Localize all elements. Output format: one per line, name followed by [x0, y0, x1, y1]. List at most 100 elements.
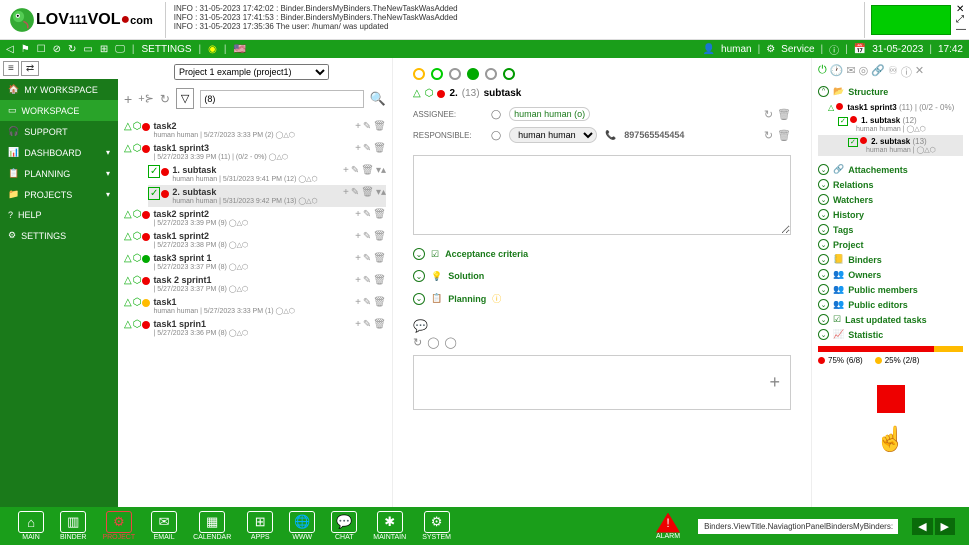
- bottom-binder[interactable]: ▥BINDER: [56, 509, 90, 543]
- section-last-updated-tasks[interactable]: ⌄☑Last updated tasks: [818, 314, 963, 325]
- settings-link[interactable]: SETTINGS: [142, 44, 192, 55]
- attach-icon[interactable]: 🔗: [871, 64, 885, 80]
- nav-back-icon[interactable]: ◁: [6, 44, 14, 55]
- minimize-icon[interactable]: —: [956, 25, 966, 35]
- sidebar-item-projects[interactable]: 📁PROJECTS▾: [0, 184, 118, 205]
- sidebar-item-planning[interactable]: 📋PLANNING▾: [0, 163, 118, 184]
- task-row[interactable]: △⬡ task 2 sprint1| 5/27/2023 3:37 PM (8)…: [124, 273, 386, 295]
- section-history[interactable]: ⌄History: [818, 209, 963, 220]
- monitor-icon[interactable]: 🖵: [115, 44, 125, 55]
- add-comment-icon[interactable]: +: [759, 372, 790, 393]
- tree-item[interactable]: ✓ 1. subtask (12)human human | ◯△⬡: [818, 114, 963, 135]
- status-dot-icon[interactable]: ◉: [208, 44, 217, 55]
- clock-icon[interactable]: 🕐: [830, 64, 844, 80]
- comment-input[interactable]: +: [413, 355, 791, 410]
- task-row[interactable]: △⬡ task1 sprint2| 5/27/2023 3:38 PM (8) …: [124, 229, 386, 251]
- sidebar-item-support[interactable]: 🎧SUPPORT: [0, 121, 118, 142]
- section-acceptance[interactable]: ⌄☑Acceptance criteria: [413, 248, 791, 260]
- bottom-main[interactable]: ⌂MAIN: [14, 509, 48, 543]
- delete-icon[interactable]: 🗑: [777, 108, 791, 121]
- screen-icon[interactable]: ⊞: [100, 44, 108, 55]
- filter-icon[interactable]: ▽: [176, 88, 194, 109]
- tree-item[interactable]: ✓ 2. subtask (13)human human | ◯△⬡: [818, 135, 963, 156]
- status-dots[interactable]: [413, 68, 791, 80]
- info2-icon[interactable]: ⓘ: [901, 64, 912, 80]
- expand-icon[interactable]: ⤢: [956, 15, 966, 25]
- bottom-apps[interactable]: ⊞APPS: [243, 509, 277, 543]
- close2-icon[interactable]: ✕: [915, 64, 924, 80]
- circle2-icon[interactable]: ◯: [445, 336, 457, 349]
- sidebar-item-settings[interactable]: ⚙SETTINGS: [0, 225, 118, 246]
- project-select[interactable]: Project 1 example (project1): [174, 64, 329, 80]
- section-binders[interactable]: ⌄📒Binders: [818, 254, 963, 265]
- nav-next-icon[interactable]: ▶: [935, 518, 955, 535]
- window-icon[interactable]: ▭: [83, 44, 92, 55]
- bottom-calendar[interactable]: ▦CALENDAR: [189, 509, 235, 543]
- search-icon[interactable]: 🔍: [370, 91, 386, 107]
- info-icon[interactable]: ⓘ: [829, 42, 839, 57]
- section-watchers[interactable]: ⌄Watchers: [818, 194, 963, 205]
- link-icon[interactable]: ⊘: [53, 44, 61, 55]
- sidebar-item-workspace[interactable]: ▭WORKSPACE: [0, 100, 118, 121]
- filter-input[interactable]: [200, 90, 363, 108]
- delete2-icon[interactable]: 🗑: [777, 129, 791, 142]
- sidebar-item-dashboard[interactable]: 📊DASHBOARD▾: [0, 142, 118, 163]
- user-label[interactable]: human: [721, 44, 752, 55]
- task-row[interactable]: ✓ 2. subtaskhuman human | 5/31/2023 9:42…: [148, 185, 386, 207]
- phone-value: 897565545454: [624, 130, 684, 140]
- bottom-project[interactable]: ⚙PROJECT: [98, 509, 139, 543]
- section-planning[interactable]: ⌄📋Planning ⓘ: [413, 292, 791, 305]
- flag-us-icon[interactable]: 🇺🇸: [233, 44, 245, 55]
- section-attachements[interactable]: ⌄🔗Attachements: [818, 164, 963, 175]
- section-solution[interactable]: ⌄💡Solution: [413, 270, 791, 282]
- mail-icon[interactable]: ✉: [846, 64, 855, 80]
- task-row[interactable]: △⬡ task1human human | 5/27/2023 3:33 PM …: [124, 295, 386, 317]
- power-icon[interactable]: ⏻: [818, 64, 827, 80]
- section-relations[interactable]: ⌄Relations: [818, 179, 963, 190]
- cycle-icon[interactable]: ♾: [888, 64, 898, 80]
- close-icon[interactable]: ✕: [956, 5, 966, 15]
- responsible-select[interactable]: human human: [509, 127, 597, 143]
- alarm-button[interactable]: !ALARM: [656, 513, 680, 540]
- responsible-icon: ◯: [491, 130, 501, 141]
- nav-prev-icon[interactable]: ◀: [912, 518, 932, 535]
- task-row[interactable]: △⬡ task2human human | 5/27/2023 3:33 PM …: [124, 119, 386, 141]
- menu-toggle-icon[interactable]: ≡: [3, 61, 19, 76]
- task-row[interactable]: △⬡ task1 sprint3| 5/27/2023 3:39 PM (11)…: [124, 141, 386, 163]
- add-icon[interactable]: +: [124, 91, 132, 107]
- assignee-value[interactable]: human human (o): [509, 107, 590, 121]
- refresh-list-icon[interactable]: ↻: [160, 92, 170, 106]
- section-public-members[interactable]: ⌄👥Public members: [818, 284, 963, 295]
- section-statistic[interactable]: ⌄📈Statistic: [818, 329, 963, 340]
- refresh-comments-icon[interactable]: ↻: [413, 336, 422, 349]
- flag-icon[interactable]: ⚑: [21, 44, 30, 55]
- save-icon[interactable]: ☐: [37, 44, 46, 55]
- bottom-chat[interactable]: 💬CHAT: [327, 509, 361, 543]
- swap-icon[interactable]: ⇄: [21, 61, 39, 76]
- logo[interactable]: LOV111VOL●com: [0, 4, 161, 36]
- history-icon[interactable]: ↻: [764, 108, 773, 121]
- section-owners[interactable]: ⌄👥Owners: [818, 269, 963, 280]
- section-public-editors[interactable]: ⌄👥Public editors: [818, 299, 963, 310]
- description-textarea[interactable]: [413, 155, 791, 235]
- sidebar-item-help[interactable]: ?HELP: [0, 205, 118, 225]
- sidebar-item-my-workspace[interactable]: 🏠MY WORKSPACE: [0, 79, 118, 100]
- service-link[interactable]: Service: [781, 44, 814, 55]
- add-branch-icon[interactable]: +⊱: [138, 92, 154, 105]
- tree-item[interactable]: △ task1 sprint3 (11) | (0/2 - 0%): [818, 101, 963, 114]
- task-row[interactable]: △⬡ task3 sprint 1| 5/27/2023 3:37 PM (8)…: [124, 251, 386, 273]
- task-row[interactable]: ✓ 1. subtaskhuman human | 5/31/2023 9:41…: [148, 163, 386, 185]
- bottom-www[interactable]: 🌐WWW: [285, 509, 319, 543]
- circle1-icon[interactable]: ◯: [427, 336, 439, 349]
- structure-section[interactable]: ^📂Structure: [818, 86, 963, 97]
- target-icon[interactable]: ◎: [859, 64, 869, 80]
- bottom-maintain[interactable]: ✱MAINTAIN: [369, 509, 410, 543]
- task-row[interactable]: △⬡ task1 sprin1| 5/27/2023 3:36 PM (8) ◯…: [124, 317, 386, 339]
- section-project[interactable]: ⌄Project: [818, 239, 963, 250]
- history2-icon[interactable]: ↻: [764, 129, 773, 142]
- bottom-system[interactable]: ⚙SYSTEM: [418, 509, 455, 543]
- refresh-icon[interactable]: ↻: [68, 44, 76, 55]
- bottom-email[interactable]: ✉EMAIL: [147, 509, 181, 543]
- task-row[interactable]: △⬡ task2 sprint2| 5/27/2023 3:39 PM (9) …: [124, 207, 386, 229]
- section-tags[interactable]: ⌄Tags: [818, 224, 963, 235]
